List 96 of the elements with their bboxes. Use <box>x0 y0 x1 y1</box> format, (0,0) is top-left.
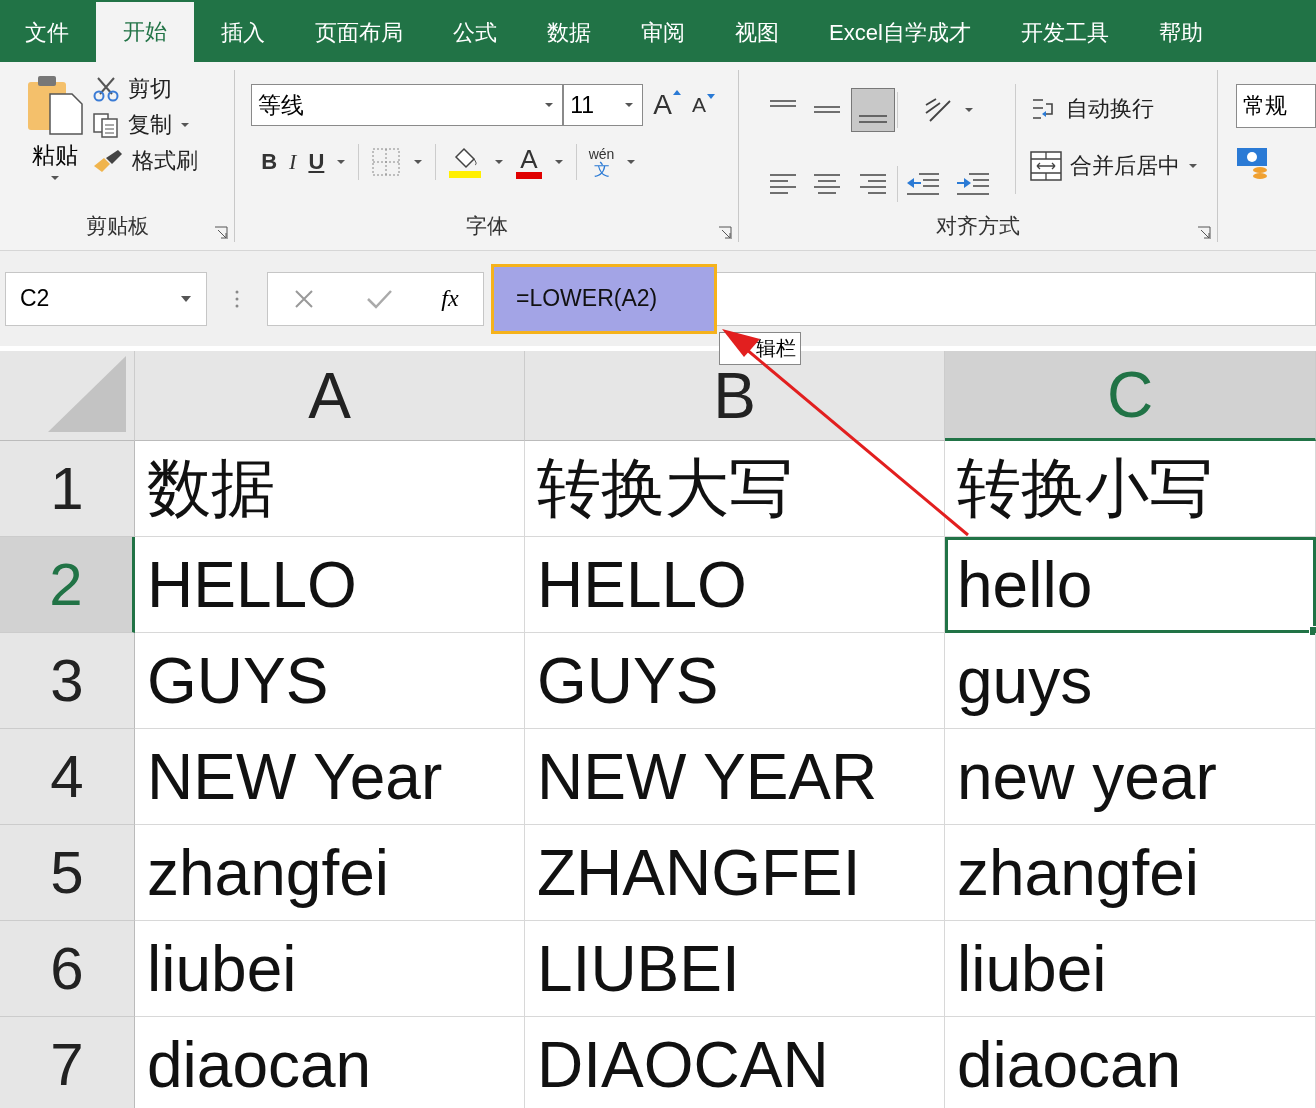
ribbon-tab[interactable]: 审阅 <box>616 4 710 62</box>
table-cell[interactable]: NEW Year <box>135 729 525 825</box>
caret-icon[interactable] <box>494 159 505 165</box>
ribbon-tab[interactable]: 公式 <box>428 4 522 62</box>
merge-center-button[interactable]: 合并后居中 <box>1029 150 1198 182</box>
dialog-launcher-icon[interactable] <box>1197 226 1211 240</box>
row-header[interactable]: 6 <box>0 921 135 1017</box>
caret-icon[interactable] <box>963 107 974 113</box>
caret-icon[interactable] <box>336 159 347 165</box>
row-header[interactable]: 5 <box>0 825 135 921</box>
table-cell[interactable]: liubei <box>945 921 1316 1017</box>
align-center-icon[interactable] <box>811 171 842 197</box>
formula-field[interactable]: =LOWER(A2) <box>491 263 717 334</box>
wrap-text-button[interactable]: 自动换行 <box>1029 94 1198 124</box>
caret-icon <box>1187 163 1198 169</box>
ribbon-tab[interactable]: 开发工具 <box>995 4 1134 62</box>
table-cell[interactable]: GUYS <box>135 633 525 729</box>
underline-button[interactable]: U <box>308 149 325 175</box>
table-cell[interactable]: HELLO <box>525 537 945 633</box>
table-cell[interactable]: zhangfei <box>135 825 525 921</box>
table-cell[interactable]: 转换大写 <box>525 441 945 537</box>
up-triangle-icon <box>671 89 682 96</box>
table-cell[interactable]: LIUBEI <box>525 921 945 1017</box>
align-bottom-icon[interactable] <box>850 88 895 132</box>
table-cell[interactable]: 转换小写 <box>945 441 1316 537</box>
group-label: 字体 <box>465 213 508 239</box>
ribbon-tab[interactable]: 页面布局 <box>290 4 428 62</box>
row-header[interactable]: 3 <box>0 633 135 729</box>
caret-icon[interactable] <box>626 159 637 165</box>
insert-function-button[interactable]: fx <box>441 285 459 312</box>
splitter-icon[interactable] <box>235 288 239 309</box>
table-cell[interactable]: new year <box>945 729 1316 825</box>
copy-button[interactable]: 复制 <box>92 110 198 140</box>
merge-icon <box>1029 150 1062 182</box>
group-label: 剪贴板 <box>85 213 149 239</box>
caret-icon <box>180 122 190 128</box>
column-header[interactable]: A <box>135 351 525 441</box>
row-header[interactable]: 7 <box>0 1017 135 1108</box>
down-triangle-icon <box>705 93 716 100</box>
copy-icon <box>92 112 120 138</box>
bold-button[interactable]: B <box>261 149 278 175</box>
table-cell[interactable]: 数据 <box>135 441 525 537</box>
increase-indent-icon[interactable] <box>954 170 991 198</box>
table-cell[interactable]: HELLO <box>135 537 525 633</box>
ribbon-tab[interactable]: 开始 <box>96 2 194 62</box>
font-name-field[interactable]: 等线 <box>251 84 564 126</box>
clipboard-icon <box>26 74 84 136</box>
ribbon-tab[interactable]: 数据 <box>522 4 616 62</box>
decrease-font-button[interactable]: A <box>691 93 716 117</box>
ribbon-tab[interactable]: 文件 <box>0 4 94 62</box>
caret-icon[interactable] <box>553 159 564 165</box>
table-cell[interactable]: diaocan <box>135 1017 525 1108</box>
column-header[interactable]: C <box>945 351 1316 441</box>
dialog-launcher-icon[interactable] <box>717 226 732 240</box>
table-cell[interactable]: guys <box>945 633 1316 729</box>
ribbon-tab[interactable]: 视图 <box>710 4 804 62</box>
group-label: 对齐方式 <box>935 213 1020 239</box>
cut-button[interactable]: 剪切 <box>92 74 198 104</box>
table-cell[interactable]: DIAOCAN <box>525 1017 945 1108</box>
ribbon-tab[interactable]: 插入 <box>196 4 290 62</box>
row-header[interactable]: 2 <box>0 537 135 633</box>
fill-handle[interactable] <box>1309 626 1316 636</box>
increase-font-button[interactable]: A <box>653 89 682 121</box>
ribbon-tab[interactable]: Excel自学成才 <box>804 4 996 62</box>
table-cell[interactable]: ZHANGFEI <box>525 825 945 921</box>
corner-triangle-icon <box>48 356 128 432</box>
caret-icon <box>544 102 555 108</box>
scissors-icon <box>92 76 120 102</box>
table-cell[interactable]: NEW YEAR <box>525 729 945 825</box>
row-header[interactable]: 1 <box>0 441 135 537</box>
font-size-field[interactable]: 11 <box>563 84 644 126</box>
ribbon-tab[interactable]: 帮助 <box>1133 4 1228 62</box>
align-left-icon[interactable] <box>767 171 798 197</box>
caret-icon <box>180 294 192 303</box>
table-cell[interactable]: liubei <box>135 921 525 1017</box>
fill-color-icon[interactable] <box>448 145 483 179</box>
dialog-launcher-icon[interactable] <box>214 226 229 240</box>
table-cell[interactable]: diaocan <box>945 1017 1316 1108</box>
formula-bar-field[interactable] <box>717 271 1316 326</box>
brush-icon <box>92 148 124 174</box>
name-box[interactable]: C2 <box>5 271 207 326</box>
decrease-indent-icon[interactable] <box>904 170 941 198</box>
phonetic-button[interactable]: wén 文 <box>588 146 615 178</box>
paste-button[interactable]: 粘贴 <box>0 70 92 210</box>
format-painter-button[interactable]: 格式刷 <box>92 146 198 176</box>
align-right-icon[interactable] <box>857 171 888 197</box>
row-header[interactable]: 4 <box>0 729 135 825</box>
table-cell[interactable]: hello <box>945 537 1316 633</box>
font-color-button[interactable]: A <box>516 145 542 179</box>
number-format-field[interactable]: 常规 <box>1236 84 1316 128</box>
italic-button[interactable]: I <box>289 149 297 175</box>
table-cell[interactable]: zhangfei <box>945 825 1316 921</box>
caret-icon <box>50 175 60 181</box>
table-cell[interactable]: GUYS <box>525 633 945 729</box>
caret-icon[interactable] <box>413 159 424 165</box>
caret-icon <box>624 102 635 108</box>
